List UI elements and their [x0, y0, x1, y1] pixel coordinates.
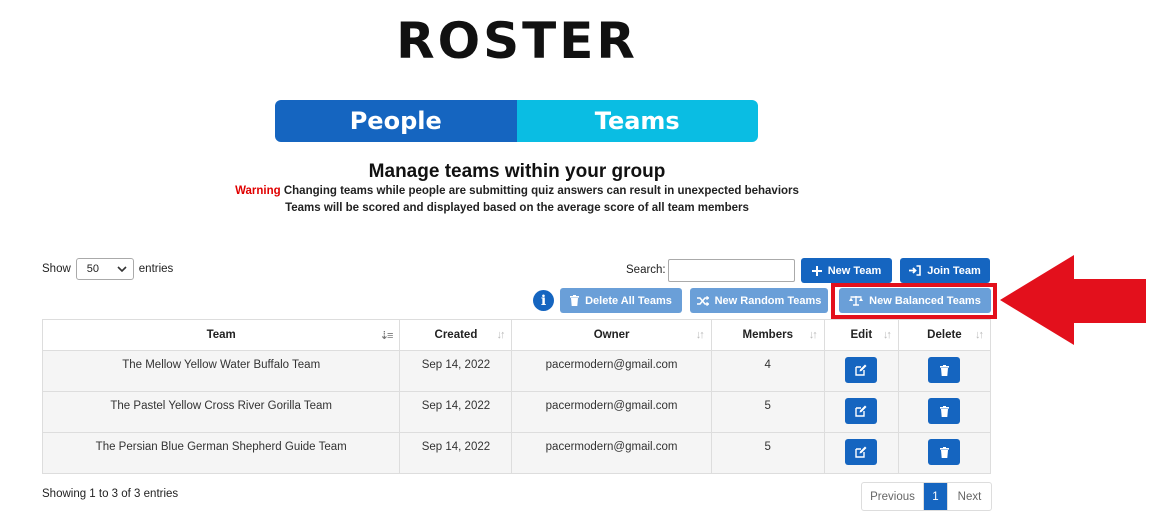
tab-teams[interactable]: Teams: [516, 100, 758, 142]
roster-logo: ROSTER: [396, 12, 638, 70]
table-row: The Mellow Yellow Water Buffalo Team Sep…: [41, 350, 992, 392]
edit-icon: [855, 405, 867, 417]
owner-cell: pacermodern@gmail.com: [511, 391, 712, 433]
column-header-owner[interactable]: Owner ↓↑: [511, 319, 712, 351]
pagination-previous[interactable]: Previous: [862, 483, 924, 510]
edit-team-button[interactable]: [845, 439, 878, 465]
sort-icon: ↓↑: [496, 329, 505, 341]
pagination-page-1[interactable]: 1: [924, 483, 947, 510]
members-cell: 4: [710, 350, 825, 392]
trash-icon: [939, 364, 949, 376]
show-label: Show: [42, 263, 71, 275]
created-cell: Sep 14, 2022: [399, 432, 513, 474]
new-random-teams-label: New Random Teams: [714, 294, 822, 307]
column-header-label: Delete: [927, 329, 962, 341]
edit-team-button[interactable]: [845, 398, 878, 424]
edit-team-button[interactable]: [845, 357, 878, 383]
column-header-delete[interactable]: Delete ↓↑: [897, 319, 992, 351]
scoring-note: Teams will be scored and displayed based…: [285, 202, 749, 214]
delete-team-button[interactable]: [928, 357, 961, 383]
column-header-created[interactable]: Created ↓↑: [399, 319, 513, 351]
join-team-label: Join Team: [927, 264, 981, 277]
entries-select[interactable]: 50: [75, 258, 134, 280]
info-icon[interactable]: i: [533, 290, 554, 311]
tab-bar: People Teams: [275, 100, 758, 142]
edit-cell: [823, 391, 899, 433]
highlight-box: [831, 283, 997, 319]
members-cell: 5: [710, 391, 825, 433]
created-cell: Sep 14, 2022: [399, 350, 513, 392]
delete-all-teams-button[interactable]: Delete All Teams: [560, 288, 682, 313]
delete-team-button[interactable]: [928, 439, 961, 465]
owner-cell: pacermodern@gmail.com: [511, 350, 712, 392]
column-header-edit[interactable]: Edit ↓↑: [823, 319, 899, 351]
created-cell: Sep 14, 2022: [399, 391, 513, 433]
warning-text: Changing teams while people are submitti…: [280, 185, 799, 197]
join-team-button[interactable]: Join Team: [900, 258, 990, 283]
new-team-label: New Team: [827, 264, 882, 277]
sort-icon: ↓↑: [882, 329, 892, 341]
trash-icon: [939, 405, 949, 417]
delete-cell: [897, 350, 992, 392]
pointer-arrow: [1000, 255, 1146, 345]
sign-in-icon: [909, 265, 922, 276]
table-info: Showing 1 to 3 of 3 entries: [42, 488, 179, 500]
column-header-label: Created: [434, 329, 478, 341]
chevron-down-icon: [117, 266, 127, 272]
warning-message: Warning Changing teams while people are …: [0, 185, 1034, 197]
delete-all-teams-label: Delete All Teams: [585, 294, 672, 307]
page-title: Manage teams within your group: [368, 161, 666, 182]
delete-cell: [897, 432, 992, 474]
table-header-row: Team ⇣≡ Created ↓↑ Owner ↓↑ Members ↓↑ Edit ↓…: [41, 319, 992, 351]
team-name-cell: The Mellow Yellow Water Buffalo Team: [41, 350, 401, 392]
column-header-label: Edit: [850, 329, 873, 341]
edit-icon: [855, 364, 867, 376]
table-row: The Pastel Yellow Cross River Gorilla Te…: [41, 391, 992, 433]
plus-icon: [811, 265, 822, 276]
column-header-label: Owner: [593, 329, 630, 341]
pagination: Previous 1 Next: [861, 482, 992, 511]
delete-cell: [897, 391, 992, 433]
edit-cell: [823, 350, 899, 392]
edit-icon: [855, 446, 867, 458]
search-input[interactable]: [668, 259, 795, 282]
entries-select-value: 50: [86, 263, 100, 275]
sort-desc-icon: ⇣≡: [379, 330, 394, 342]
edit-cell: [823, 432, 899, 474]
team-name-cell: The Pastel Yellow Cross River Gorilla Te…: [41, 391, 401, 433]
table-row: The Persian Blue German Shepherd Guide T…: [41, 432, 992, 474]
sort-icon: ↓↑: [975, 329, 984, 341]
delete-team-button[interactable]: [928, 398, 961, 424]
column-header-label: Members: [742, 329, 793, 341]
column-header-team[interactable]: Team ⇣≡: [41, 319, 401, 351]
search-label: Search:: [626, 264, 666, 276]
shuffle-icon: [696, 295, 709, 306]
new-random-teams-button[interactable]: New Random Teams: [690, 288, 828, 313]
entries-label: entries: [138, 263, 174, 275]
column-header-members[interactable]: Members ↓↑: [710, 319, 825, 351]
tab-people[interactable]: People: [275, 100, 517, 142]
sort-icon: ↓↑: [808, 329, 818, 341]
entries-length-control: Show 50 entries: [42, 258, 173, 280]
members-cell: 5: [710, 432, 825, 474]
teams-table: Team ⇣≡ Created ↓↑ Owner ↓↑ Members ↓↑ Edit ↓…: [41, 319, 992, 474]
warning-label: Warning: [235, 185, 281, 197]
owner-cell: pacermodern@gmail.com: [511, 432, 712, 474]
team-name-cell: The Persian Blue German Shepherd Guide T…: [41, 432, 401, 474]
sort-icon: ↓↑: [695, 329, 705, 341]
trash-icon: [939, 446, 949, 458]
trash-icon: [570, 295, 580, 306]
page: ROSTER People Teams Manage teams within …: [0, 0, 1154, 518]
column-header-label: Team: [206, 329, 236, 341]
new-team-button[interactable]: New Team: [801, 258, 892, 283]
pagination-next[interactable]: Next: [947, 483, 991, 510]
